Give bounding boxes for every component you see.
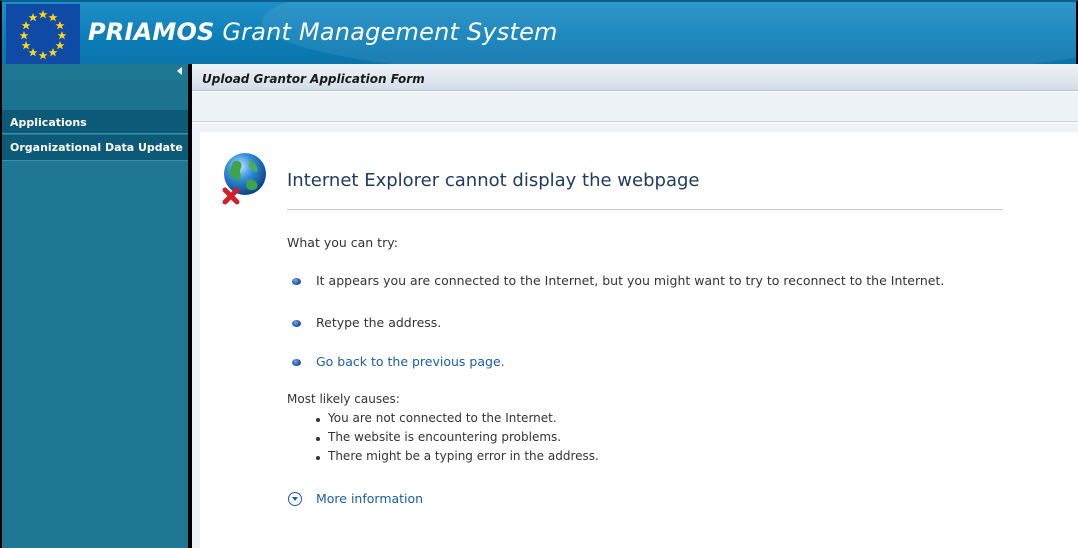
expand-circle-icon[interactable] xyxy=(288,492,302,506)
heading-divider xyxy=(287,209,1003,210)
app-title-rest: Grant Management System xyxy=(214,18,558,46)
content-header: Upload Grantor Application Form xyxy=(192,64,1078,91)
more-information-link[interactable]: More information xyxy=(316,491,423,506)
try-item-reconnect: It appears you are connected to the Inte… xyxy=(316,273,945,288)
try-label: What you can try: xyxy=(287,235,398,250)
bullet-icon xyxy=(292,359,301,366)
cause-item: The website is encountering problems. xyxy=(328,430,562,444)
sidebar-item-organizational-data-update[interactable]: Organizational Data Update xyxy=(2,135,188,161)
content-toolbar-strip xyxy=(192,92,1078,122)
app-title-prefix: PRIAMOS xyxy=(88,18,215,46)
causes-label: Most likely causes: xyxy=(287,392,400,406)
sidebar-item-label: Organizational Data Update xyxy=(10,141,183,154)
cause-item: There might be a typing error in the add… xyxy=(328,449,599,463)
try-item-retype: Retype the address. xyxy=(316,315,442,330)
cause-item: You are not connected to the Internet. xyxy=(328,411,557,425)
error-heading: Internet Explorer cannot display the web… xyxy=(287,170,700,191)
bullet-icon xyxy=(292,320,301,327)
page-title: Upload Grantor Application Form xyxy=(202,72,425,86)
sidebar-spacer xyxy=(2,80,188,110)
bullet-icon xyxy=(316,437,320,441)
go-back-link[interactable]: Go back to the previous page. xyxy=(316,354,505,369)
globe-error-icon xyxy=(219,150,267,208)
embedded-browser-panel xyxy=(200,132,1078,548)
sidebar-collapse-bar[interactable] xyxy=(2,64,188,80)
collapse-arrow-icon[interactable] xyxy=(177,67,182,75)
sidebar: Applications Organizational Data Update xyxy=(0,64,188,548)
app-title: PRIAMOS Grant Management System xyxy=(88,18,558,46)
eu-flag-icon xyxy=(6,4,80,64)
bullet-icon xyxy=(316,456,320,460)
app-header: PRIAMOS Grant Management System xyxy=(0,0,1078,64)
bullet-icon xyxy=(316,418,320,422)
sidebar-item-label: Applications xyxy=(10,116,87,129)
bullet-icon xyxy=(292,278,301,285)
sidebar-item-applications[interactable]: Applications xyxy=(2,110,188,134)
